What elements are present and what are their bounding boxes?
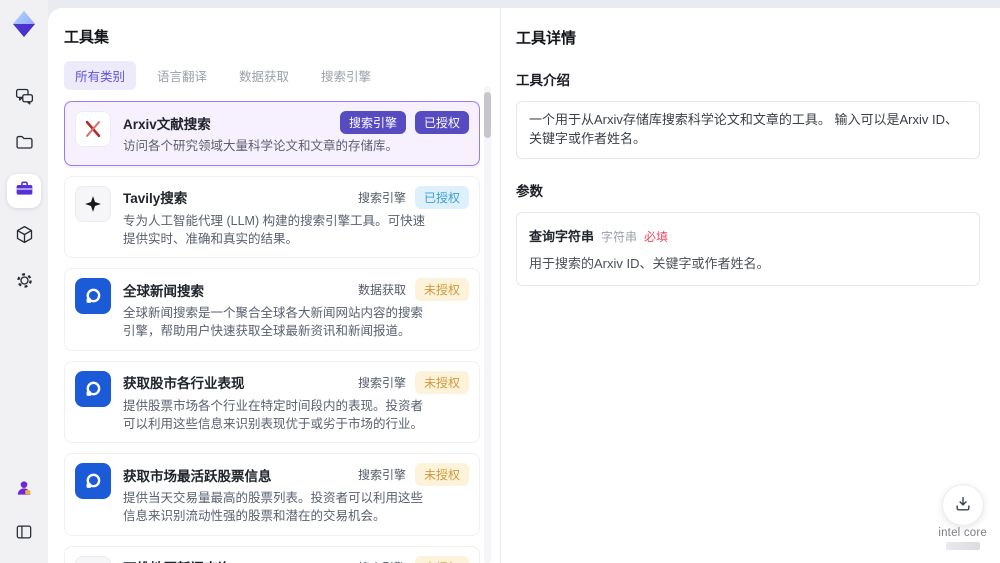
category-badge: 数据获取 [357,283,406,298]
tool-card[interactable]: 万维地区新闻查询搜索引擎未授权查询具体行政区划内的新闻，快速了解各地新闻动 [64,545,480,563]
tool-card-header: 全球新闻搜索 数据获取 未授权 [123,278,469,302]
sidebar-item-tools[interactable] [7,174,41,208]
tool-card-body: 获取股市各行业表现 搜索引擎 未授权提供股票市场各个行业在特定时间段内的表现。投资者… [123,370,469,434]
tab-1[interactable]: 语言翻译 [146,61,218,90]
tool-badges: 搜索引擎 已授权 [339,111,469,134]
sidebar [0,0,48,563]
arxiv-icon [75,111,111,147]
tool-description: 提供股票市场各个行业在特定时间段内的表现。投资者可以利用这些信息来识别表现优于或… [123,398,424,431]
category-badge: 搜索引擎 [357,190,406,205]
parameter-type: 字符串 [601,229,638,244]
gear-icon [14,270,35,296]
tool-description: 访问各个研究领域大量科学论文和文章的存储库。 [123,139,399,153]
sidebar-item-folder[interactable] [7,128,41,162]
tab-3[interactable]: 搜索引擎 [310,61,382,90]
sidebar-item-collapse[interactable] [7,517,41,551]
tool-intro-text: 一个用于从Arxiv存储库搜索科学论文和文章的工具。 输入可以是Arxiv ID… [529,112,959,146]
cube-icon [14,224,35,250]
tool-card-header: 获取市场最活跃股票信息 搜索引擎 未授权 [123,463,469,487]
auth-status-badge: 未授权 [414,463,469,487]
params-heading: 参数 [516,183,543,199]
intel-core-text: intel core [938,527,987,539]
tool-card-list: Arxiv文献搜索 搜索引擎 已授权 访问各个研究领域大量科学论文和文章的存储库。 Ta… [64,101,480,563]
chat-icon [14,86,35,112]
category-tabs: 所有类别 语言翻译 数据获取 搜索引擎 [64,61,500,90]
tool-card[interactable]: 获取股市各行业表现 搜索引擎 未授权提供股票市场各个行业在特定时间段内的表现。投资者… [64,360,480,444]
tool-card-body: 获取市场最活跃股票信息 搜索引擎 未授权提供当天交易量最高的股票列表。投资者可以利用… [123,463,469,526]
tool-badges: 搜索引擎未授权 [357,463,469,487]
tool-card[interactable]: Arxiv文献搜索 搜索引擎 已授权访问各个研究领域大量科学论文和文章的存储库。 [64,101,480,166]
tool-detail-section: 工具详情 工具介绍 一个用于从Arxiv存储库搜索科学论文和文章的工具。 输入可… [501,8,1000,563]
tool-card[interactable]: 获取市场最活跃股票信息 搜索引擎 未授权提供当天交易量最高的股票列表。投资者可以利用… [64,453,480,536]
detail-title: 工具详情 [516,30,577,47]
tool-card-header: Tavily搜索 搜索引擎 已授权 [123,185,469,209]
tool-intro-box: 一个用于从Arxiv存储库搜索科学论文和文章的工具。 输入可以是Arxiv ID… [516,101,980,159]
category-badge: 搜索引擎 [358,556,406,563]
sidebar-item-account[interactable] [7,473,41,507]
tool-badges: 数据获取 未授权 [357,278,469,302]
folder-icon [14,132,35,158]
tool-card-header: Arxiv文献搜索 搜索引擎 已授权 [123,111,469,134]
tool-card[interactable]: Tavily搜索 搜索引擎 已授权专为人工智能代理 (LLM) 构建的搜索引擎工具。… [64,175,480,259]
sidebar-item-packages[interactable] [7,220,41,254]
tool-name: 万维地区新闻查询 [123,557,231,563]
tool-card-body: 万维地区新闻查询搜索引擎未授权查询具体行政区划内的新闻，快速了解各地新闻动 [123,555,469,563]
tool-name: 获取股市各行业表现 [123,376,245,392]
tool-description: 提供当天交易量最高的股票列表。投资者可以利用这些信息来识别流动性强的股票和潜在的… [123,491,424,523]
tab-2[interactable]: 数据获取 [228,61,300,90]
parameter-header: 查询字符串 字符串 必填 [529,226,967,245]
briefcase-icon [14,178,35,204]
sidebar-nav [7,82,41,300]
sidebar-bottom [7,473,41,551]
tool-description: 全球新闻搜索是一个聚合全球各大新闻网站内容的搜索引擎，帮助用户快速获取全球最新资… [123,306,424,338]
auth-status-badge: 已授权 [414,185,469,209]
tab-0[interactable]: 所有类别 [64,61,137,90]
news-icon [75,278,111,315]
tool-name: Tavily搜索 [123,191,188,207]
user-avatar-icon [14,478,34,503]
scrollbar-thumb[interactable] [484,92,491,138]
sidebar-item-chat[interactable] [7,82,41,116]
tavily-icon [75,185,111,222]
parameter-card: 查询字符串 字符串 必填 用于搜索的Arxiv ID、关键字或作者姓名。 [516,211,980,286]
tool-description: 专为人工智能代理 (LLM) 构建的搜索引擎工具。可快速提供实时、准确和真实的结… [123,213,426,246]
download-button[interactable] [942,484,984,526]
panel-toggle-icon [14,522,34,547]
tool-name: 获取市场最活跃股票信息 [123,468,272,484]
tool-card-header: 获取股市各行业表现 搜索引擎 未授权 [123,370,469,394]
tool-card-body: Tavily搜索 搜索引擎 已授权专为人工智能代理 (LLM) 构建的搜索引擎工具。… [123,185,469,249]
parameter-name: 查询字符串 [529,228,595,244]
tool-name: Arxiv文献搜索 [123,116,211,132]
parameter-required-flag: 必填 [644,229,669,244]
auth-status-badge: 未授权 [414,555,469,563]
tool-badges: 搜索引擎未授权 [357,370,469,394]
news-icon [75,370,111,407]
tool-card-body: Arxiv文献搜索 搜索引擎 已授权访问各个研究领域大量科学论文和文章的存储库。 [123,111,469,156]
intel-ultra-badge [945,542,980,550]
tool-badges: 搜索引擎 未授权 [358,555,469,563]
download-icon [953,494,973,517]
category-badge: 搜索引擎 [339,111,406,134]
tool-list-section: 工具集 所有类别 语言翻译 数据获取 搜索引擎 Arxiv文献搜索 搜索引擎 已授权 访问各… [48,8,500,563]
intro-heading: 工具介绍 [516,73,570,88]
sidebar-item-settings[interactable] [7,266,41,300]
list-scrollbar[interactable] [484,86,491,563]
main-panel: 工具集 所有类别 语言翻译 数据获取 搜索引擎 Arxiv文献搜索 搜索引擎 已授权 访问各… [48,8,1000,563]
app-logo-gem-icon [8,8,40,40]
tool-name: 全球新闻搜索 [123,283,204,299]
auth-status-badge: 已授权 [414,111,469,134]
category-badge: 搜索引擎 [357,375,406,390]
parameter-description: 用于搜索的Arxiv ID、关键字或作者姓名。 [529,255,770,271]
building-icon [75,555,111,563]
tool-card[interactable]: 全球新闻搜索 数据获取 未授权全球新闻搜索是一个聚合全球各大新闻网站内容的搜索引擎，… [64,268,480,351]
news-icon [75,463,111,500]
tool-card-body: 全球新闻搜索 数据获取 未授权全球新闻搜索是一个聚合全球各大新闻网站内容的搜索引擎，… [123,278,469,341]
auth-status-badge: 未授权 [414,370,469,394]
tool-badges: 搜索引擎 已授权 [357,185,469,209]
page-title: 工具集 [64,29,110,46]
auth-status-badge: 未授权 [414,278,469,302]
tool-card-header: 万维地区新闻查询 搜索引擎 未授权 [123,555,469,563]
category-badge: 搜索引擎 [357,468,406,483]
intel-core-logo: intel core [938,527,987,550]
